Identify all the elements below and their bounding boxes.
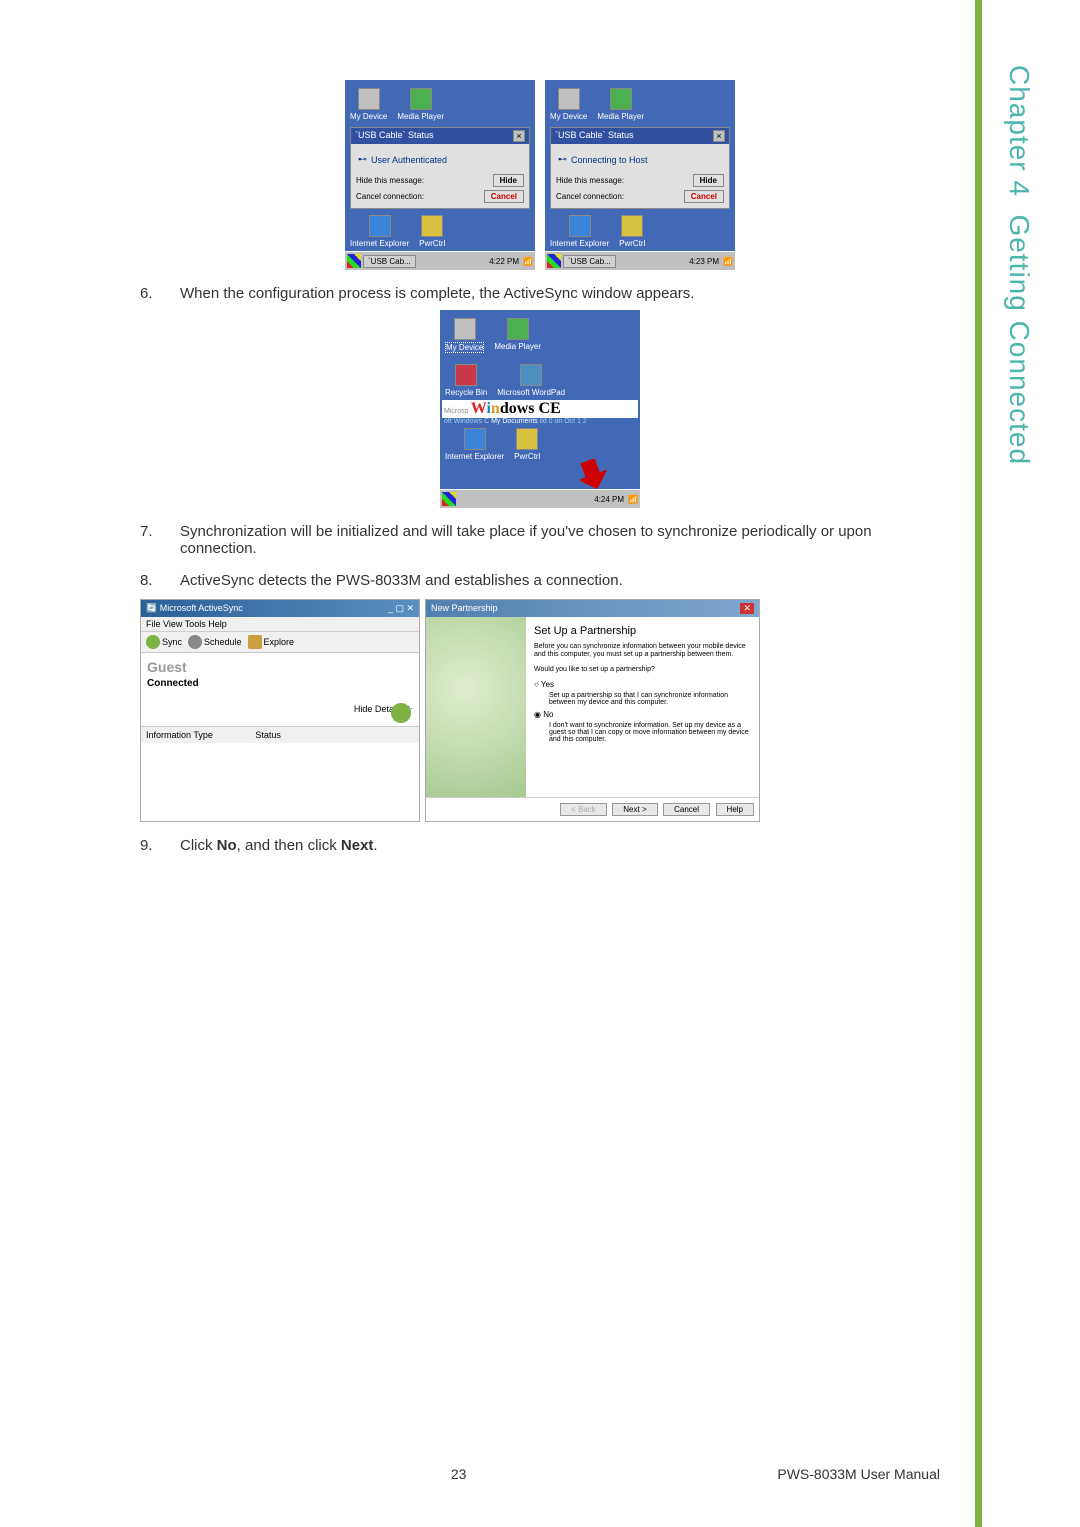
window-controls[interactable]: _ ▢ ✕ <box>388 603 414 614</box>
page-footer: 23 PWS-8033M User Manual <box>0 1466 1080 1482</box>
help-button[interactable]: Help <box>716 803 754 816</box>
taskbar-time: 4:23 PM <box>689 257 719 266</box>
step-number: 7. <box>140 523 160 557</box>
taskbar: `USB Cab... 4:23 PM 📶 <box>545 251 735 270</box>
ie-icon: Internet Explorer <box>350 215 409 248</box>
dialog-intro: Before you can synchronize information b… <box>534 643 751 660</box>
page-number: 23 <box>451 1466 467 1482</box>
radio-yes[interactable]: ○ Yes <box>534 680 751 689</box>
media-player-icon: Media Player <box>397 88 444 121</box>
sync-button[interactable]: Sync <box>146 635 182 649</box>
step-number: 9. <box>140 837 160 854</box>
windows-logo-text: WinWindowsdows CE <box>471 400 561 417</box>
connection-icon: ⊷ <box>558 154 567 165</box>
my-device-icon: My Device <box>550 88 587 121</box>
toolbar: Sync Schedule Explore <box>141 632 419 653</box>
cancel-button[interactable]: Cancel <box>684 190 724 203</box>
taskbar-time: 4:24 PM <box>594 495 624 504</box>
taskbar-task[interactable]: `USB Cab... <box>363 255 416 268</box>
next-button[interactable]: Next > <box>612 803 657 816</box>
close-icon[interactable]: × <box>513 130 525 142</box>
cancel-button[interactable]: Cancel <box>663 803 710 816</box>
device-name: Guest <box>147 659 413 675</box>
start-icon[interactable] <box>442 492 456 506</box>
hide-button[interactable]: Hide <box>493 174 524 187</box>
step-text: Click No, and then click Next. <box>180 837 378 854</box>
taskbar: 4:24 PM 📶 <box>440 489 640 508</box>
hide-details-link[interactable]: Hide Details ☆ <box>147 704 413 715</box>
step-text: When the configuration process is comple… <box>180 285 694 302</box>
manual-name: PWS-8033M User Manual <box>777 1466 940 1482</box>
start-icon[interactable] <box>347 254 361 268</box>
pwrctrl-icon: PwrCtrl <box>514 428 540 461</box>
my-device-icon: My Device <box>350 88 387 121</box>
window-title: 🔄 Microsoft ActiveSync <box>146 603 243 614</box>
wordpad-icon: Microsoft WordPad <box>497 364 565 397</box>
taskbar-time: 4:22 PM <box>489 257 519 266</box>
cancel-button[interactable]: Cancel <box>484 190 524 203</box>
menubar[interactable]: File View Tools Help <box>141 617 419 632</box>
chapter-title: Getting Connected <box>1004 215 1035 466</box>
pwrctrl-icon: PwrCtrl <box>619 215 645 248</box>
dialog-title: `USB Cable` Status <box>555 130 634 142</box>
activesync-window: 🔄 Microsoft ActiveSync _ ▢ ✕ File View T… <box>140 599 420 822</box>
mobile-screen-left: My Device Media Player `USB Cable` Statu… <box>345 80 535 270</box>
status-message: User Authenticated <box>371 155 447 165</box>
taskbar: `USB Cab... 4:22 PM 📶 <box>345 251 535 270</box>
dialog-title: New Partnership <box>431 603 498 614</box>
pwrctrl-icon: PwrCtrl <box>419 215 445 248</box>
status-message: Connecting to Host <box>571 155 648 165</box>
ie-icon: Internet Explorer <box>445 428 504 461</box>
activesync-screenshots: 🔄 Microsoft ActiveSync _ ▢ ✕ File View T… <box>140 599 940 822</box>
page-content: My Device Media Player `USB Cable` Statu… <box>0 0 1080 902</box>
taskbar-task[interactable]: `USB Cab... <box>563 255 616 268</box>
chapter-number: Chapter 4 <box>1004 65 1035 197</box>
connection-icon: ⊷ <box>358 154 367 165</box>
step-number: 6. <box>140 285 160 302</box>
step-8: 8. ActiveSync detects the PWS-8033M and … <box>140 572 940 589</box>
radio-no[interactable]: ◉ No <box>534 710 751 719</box>
ce-desktop-screen: My Device Media Player Recycle Bin Micro… <box>440 310 640 508</box>
page-accent-bar <box>975 0 982 1527</box>
dialog-title: `USB Cable` Status <box>355 130 434 142</box>
taskbar-tray-icon: 📶 <box>628 495 638 504</box>
step-6: 6. When the configuration process is com… <box>140 285 940 302</box>
hide-button[interactable]: Hide <box>693 174 724 187</box>
dialog-heading: Set Up a Partnership <box>534 625 751 637</box>
column-headers: Information Type Status <box>141 726 419 743</box>
close-icon[interactable]: ✕ <box>740 603 754 614</box>
schedule-button[interactable]: Schedule <box>188 635 242 649</box>
screenshot-pair: My Device Media Player `USB Cable` Statu… <box>140 80 940 270</box>
usb-status-dialog: `USB Cable` Status × ⊷ User Authenticate… <box>350 127 530 209</box>
step-7: 7. Synchronization will be initialized a… <box>140 523 940 557</box>
step-text: ActiveSync detects the PWS-8033M and est… <box>180 572 623 589</box>
taskbar-tray-icon: 📶 <box>523 257 533 266</box>
mobile-screen-right: My Device Media Player `USB Cable` Statu… <box>545 80 735 270</box>
close-icon[interactable]: × <box>713 130 725 142</box>
step-9: 9. Click No, and then click Next. <box>140 837 940 854</box>
media-player-icon: Media Player <box>494 318 541 353</box>
step-number: 8. <box>140 572 160 589</box>
usb-status-dialog: `USB Cable` Status × ⊷ Connecting to Hos… <box>550 127 730 209</box>
step-text: Synchronization will be initialized and … <box>180 523 940 557</box>
ie-icon: Internet Explorer <box>550 215 609 248</box>
connection-status: Connected <box>147 678 413 689</box>
start-icon[interactable] <box>547 254 561 268</box>
my-device-icon: My Device <box>445 318 484 353</box>
chapter-heading: Chapter 4 Getting Connected <box>1003 65 1035 465</box>
explore-button[interactable]: Explore <box>248 635 295 649</box>
dialog-question: Would you like to set up a partnership? <box>534 666 751 674</box>
recycle-bin-icon: Recycle Bin <box>445 364 487 397</box>
sync-status-icon <box>391 703 411 723</box>
media-player-icon: Media Player <box>597 88 644 121</box>
red-arrow-icon <box>580 459 610 489</box>
wizard-image <box>426 617 526 797</box>
taskbar-tray-icon: 📶 <box>723 257 733 266</box>
partnership-dialog: New Partnership ✕ Set Up a Partnership B… <box>425 599 760 822</box>
back-button: < Back <box>560 803 607 816</box>
